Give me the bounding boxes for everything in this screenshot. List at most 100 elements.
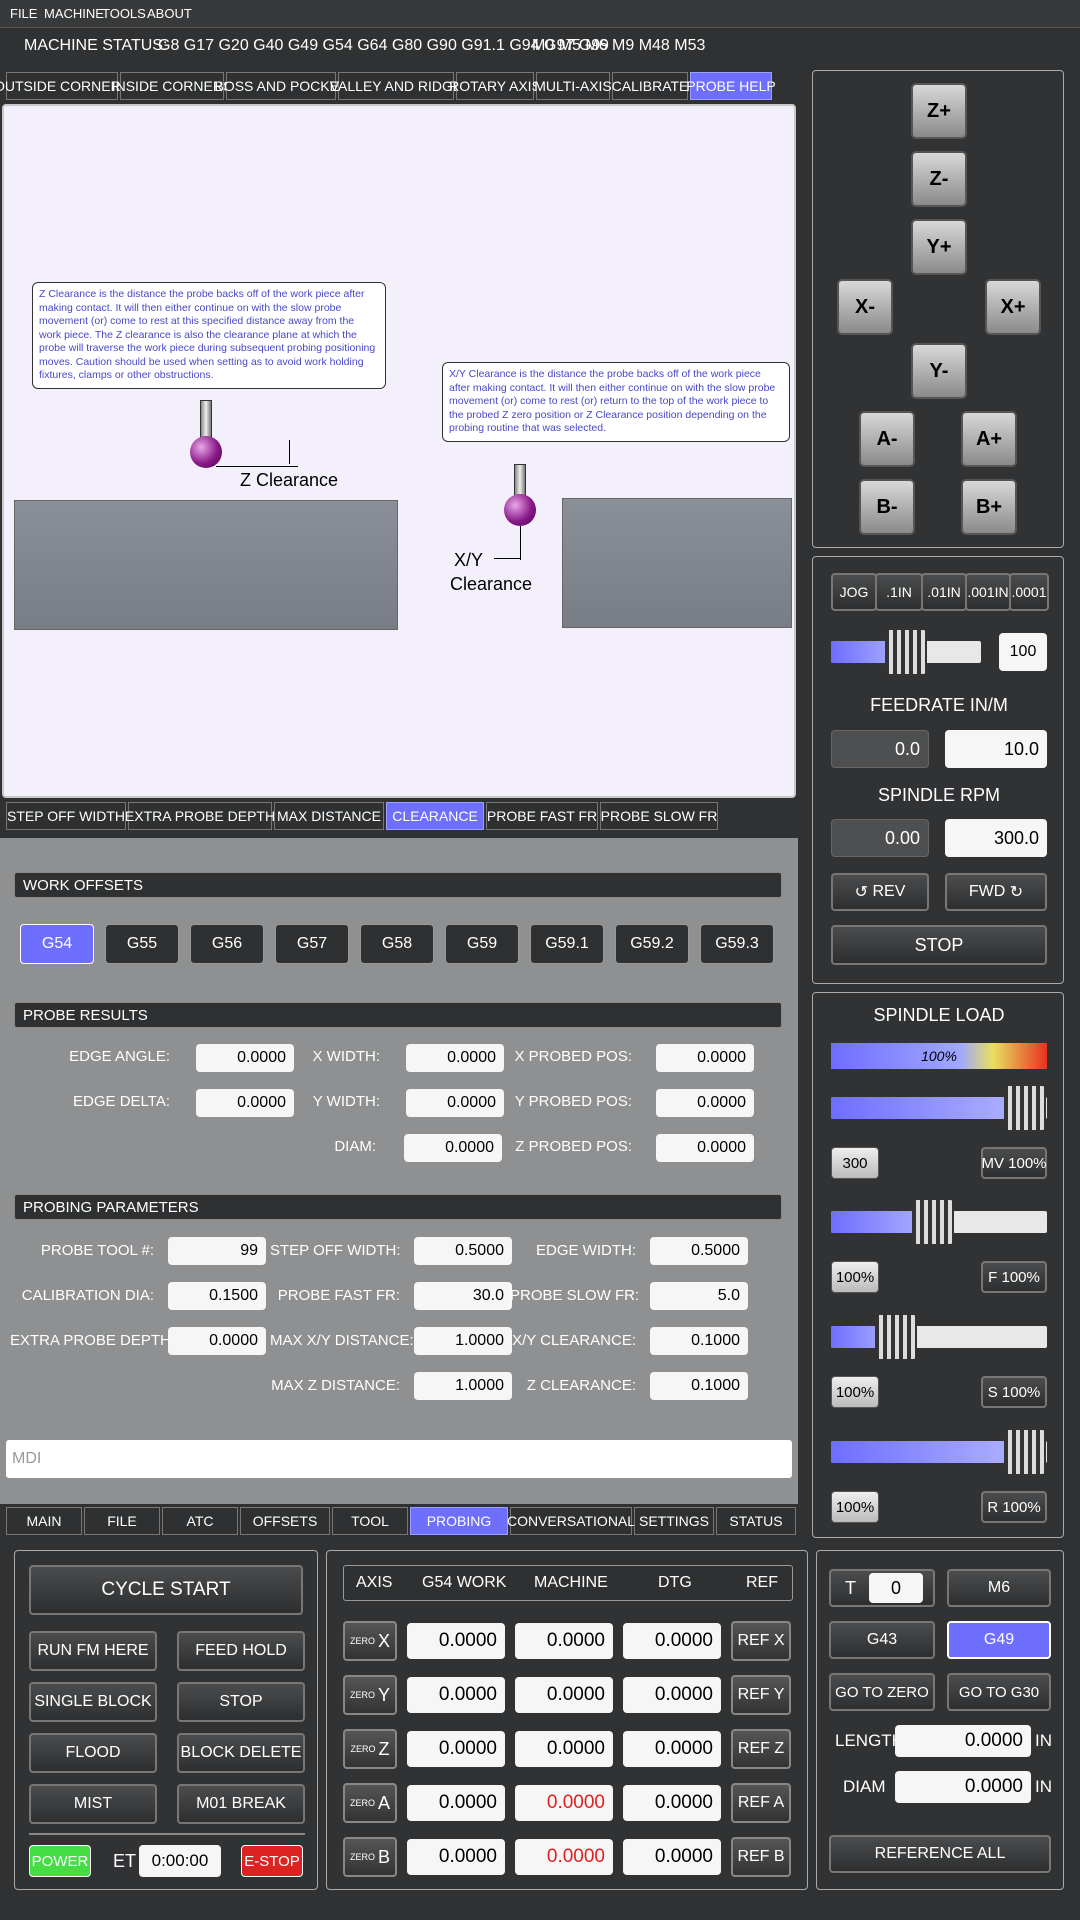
jog-b-plus-button[interactable]: B+ xyxy=(961,479,1017,535)
tab-atc[interactable]: ATC xyxy=(162,1507,238,1535)
mv-override-reset-button[interactable]: MV 100% xyxy=(981,1147,1047,1179)
rapid-override-thumb[interactable] xyxy=(1004,1430,1047,1474)
jog-step-0001-button[interactable]: .001IN xyxy=(965,573,1011,611)
tab-multi-axis[interactable]: MULTI-AXIS xyxy=(534,72,612,100)
zero-x-button[interactable]: ZERO X xyxy=(343,1621,397,1661)
tab-step-off-width[interactable]: STEP OFF WIDTH xyxy=(6,802,126,830)
feed-hold-button[interactable]: FEED HOLD xyxy=(177,1631,305,1671)
xy-clearance-input[interactable]: 0.1000 xyxy=(650,1327,748,1355)
zero-z-button[interactable]: ZERO Z xyxy=(343,1729,397,1769)
tab-offsets[interactable]: OFFSETS xyxy=(240,1507,330,1535)
jog-y-plus-button[interactable]: Y+ xyxy=(911,219,967,275)
jog-rate-slider-thumb[interactable] xyxy=(885,630,927,674)
spindle-override-slider[interactable] xyxy=(831,1326,1047,1348)
jog-step-001-button[interactable]: .01IN xyxy=(921,573,967,611)
tab-rotary-axis[interactable]: ROTARY AXIS xyxy=(449,72,541,100)
tab-outside-corners[interactable]: OUTSIDE CORNERS xyxy=(0,72,130,100)
ref-y-button[interactable]: REF Y xyxy=(731,1675,791,1715)
jog-a-plus-button[interactable]: A+ xyxy=(961,411,1017,467)
rapid-override-reset-button[interactable]: R 100% xyxy=(981,1491,1047,1523)
probe-slow-fr-input[interactable]: 5.0 xyxy=(650,1282,748,1310)
jog-b-minus-button[interactable]: B- xyxy=(859,479,915,535)
spindle-override-thumb[interactable] xyxy=(874,1315,917,1359)
jog-step-00001-button[interactable]: .0001 xyxy=(1009,573,1049,611)
jog-a-minus-button[interactable]: A- xyxy=(859,411,915,467)
offset-g54[interactable]: G54 xyxy=(20,924,94,964)
tab-probing[interactable]: PROBING xyxy=(410,1507,508,1535)
feed-override-thumb[interactable] xyxy=(911,1200,954,1244)
step-off-width-input[interactable]: 0.5000 xyxy=(414,1237,512,1265)
jog-y-minus-button[interactable]: Y- xyxy=(911,343,967,399)
spindle-stop-button[interactable]: STOP xyxy=(831,925,1047,965)
menu-about[interactable]: ABOUT xyxy=(147,6,192,21)
offset-g56[interactable]: G56 xyxy=(190,924,264,964)
cycle-start-button[interactable]: CYCLE START xyxy=(29,1565,303,1615)
tab-extra-probe-depth[interactable]: EXTRA PROBE DEPTH xyxy=(125,802,275,830)
tab-calibrate[interactable]: CALIBRATE xyxy=(612,72,688,100)
jog-z-plus-button[interactable]: Z+ xyxy=(911,83,967,139)
block-delete-button[interactable]: BLOCK DELETE xyxy=(177,1733,305,1773)
tab-boss-and-pocket[interactable]: BOSS AND POCKET xyxy=(214,72,348,100)
max-z-distance-input[interactable]: 1.0000 xyxy=(414,1372,512,1400)
tab-main[interactable]: MAIN xyxy=(6,1507,82,1535)
reference-all-button[interactable]: REFERENCE ALL xyxy=(829,1835,1051,1873)
mv-override-thumb[interactable] xyxy=(1004,1086,1047,1130)
tab-probe-slow-fr[interactable]: PROBE SLOW FR xyxy=(600,802,718,830)
jog-rate-value[interactable]: 100 xyxy=(999,633,1047,671)
offset-g58[interactable]: G58 xyxy=(360,924,434,964)
g43-button[interactable]: G43 xyxy=(829,1621,935,1659)
zero-a-button[interactable]: ZERO A xyxy=(343,1783,397,1823)
single-block-button[interactable]: SINGLE BLOCK xyxy=(29,1682,157,1722)
offset-g59[interactable]: G59 xyxy=(445,924,519,964)
go-to-g30-button[interactable]: GO TO G30 xyxy=(947,1673,1051,1711)
run-from-here-button[interactable]: RUN FM HERE xyxy=(29,1631,157,1671)
offset-g55[interactable]: G55 xyxy=(105,924,179,964)
tab-status[interactable]: STATUS xyxy=(716,1507,796,1535)
feed-override-reset-button[interactable]: F 100% xyxy=(981,1261,1047,1293)
tab-max-distance[interactable]: MAX DISTANCE xyxy=(274,802,384,830)
spindle-override-reset-button[interactable]: S 100% xyxy=(981,1376,1047,1408)
calibration-dia-input[interactable]: 0.1500 xyxy=(168,1282,266,1310)
z-clearance-input[interactable]: 0.1000 xyxy=(650,1372,748,1400)
menu-file[interactable]: FILE xyxy=(10,6,37,21)
ref-x-button[interactable]: REF X xyxy=(731,1621,791,1661)
feedrate-set-input[interactable]: 10.0 xyxy=(945,730,1047,768)
tab-settings[interactable]: SETTINGS xyxy=(634,1507,714,1535)
max-xy-distance-input[interactable]: 1.0000 xyxy=(414,1327,512,1355)
tool-number-input[interactable]: 0 xyxy=(869,1573,923,1603)
mist-button[interactable]: MIST xyxy=(29,1784,157,1824)
offset-g59-2[interactable]: G59.2 xyxy=(615,924,689,964)
ref-z-button[interactable]: REF Z xyxy=(731,1729,791,1769)
extra-probe-depth-input[interactable]: 0.0000 xyxy=(168,1327,266,1355)
power-button[interactable]: POWER xyxy=(29,1845,91,1877)
stop-button[interactable]: STOP xyxy=(177,1682,305,1722)
menu-machine[interactable]: MACHINE xyxy=(44,6,104,21)
tab-tool[interactable]: TOOL xyxy=(332,1507,408,1535)
probe-tool-input[interactable]: 99 xyxy=(168,1237,266,1265)
jog-x-minus-button[interactable]: X- xyxy=(837,279,893,335)
tab-valley-and-ridge[interactable]: VALLEY AND RIDGE xyxy=(330,72,462,100)
jog-step-01-button[interactable]: .1IN xyxy=(875,573,923,611)
tab-conversational[interactable]: CONVERSATIONAL xyxy=(507,1507,635,1535)
edge-width-input[interactable]: 0.5000 xyxy=(650,1237,748,1265)
ref-b-button[interactable]: REF B xyxy=(731,1837,791,1877)
m01-break-button[interactable]: M01 BREAK xyxy=(177,1784,305,1824)
zero-y-button[interactable]: ZERO Y xyxy=(343,1675,397,1715)
g49-button[interactable]: G49 xyxy=(947,1621,1051,1659)
jog-mode-button[interactable]: JOG xyxy=(831,573,877,611)
jog-x-plus-button[interactable]: X+ xyxy=(985,279,1041,335)
spindle-fwd-button[interactable]: FWD ↻ xyxy=(945,873,1047,911)
flood-button[interactable]: FLOOD xyxy=(29,1733,157,1773)
jog-z-minus-button[interactable]: Z- xyxy=(911,151,967,207)
tab-probe-help[interactable]: PROBE HELP xyxy=(686,72,776,100)
offset-g59-3[interactable]: G59.3 xyxy=(700,924,774,964)
go-to-zero-button[interactable]: GO TO ZERO xyxy=(829,1673,935,1711)
tab-probe-fast-fr[interactable]: PROBE FAST FR xyxy=(486,802,598,830)
m6-button[interactable]: M6 xyxy=(947,1569,1051,1607)
menu-tools[interactable]: TOOLS xyxy=(102,6,146,21)
estop-button[interactable]: E-STOP xyxy=(241,1845,303,1877)
tab-file[interactable]: FILE xyxy=(84,1507,160,1535)
zero-b-button[interactable]: ZERO B xyxy=(343,1837,397,1877)
offset-g57[interactable]: G57 xyxy=(275,924,349,964)
tab-clearance[interactable]: CLEARANCE xyxy=(386,802,484,830)
